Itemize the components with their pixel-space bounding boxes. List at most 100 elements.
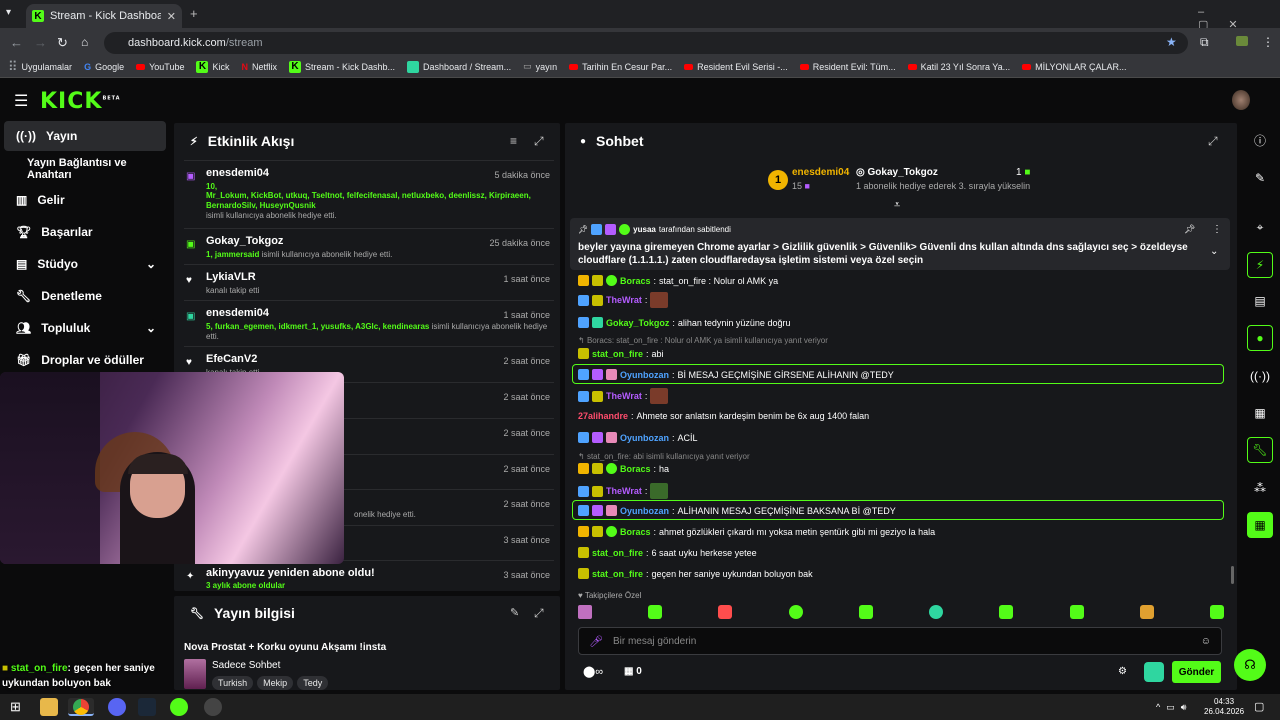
emote-button[interactable] (578, 605, 592, 619)
emote-button[interactable] (788, 605, 803, 619)
wrench-icon[interactable]: 🔧︎ (1247, 437, 1273, 463)
chat-message[interactable]: Oyunbozan: Bİ MESAJ GEÇMİŞİNE GİRSENE ALİ… (578, 369, 894, 380)
bookmark-netflix[interactable]: N Netflix (242, 62, 278, 72)
settings-gear-icon[interactable]: ⚙ (1118, 666, 1127, 677)
tab-search-button[interactable]: ▾ (6, 7, 11, 18)
back-icon[interactable]: ← (10, 35, 23, 50)
reload-icon[interactable]: ↻ (57, 35, 68, 51)
chat-message[interactable]: Boracs: ha (578, 463, 669, 474)
edit-icon[interactable]: ✎ (510, 606, 519, 619)
obs-icon[interactable] (204, 698, 222, 716)
chat-message[interactable]: Boracs: stat_on_fire : Nolur ol AMK ya (578, 275, 778, 286)
chat-icon[interactable]: ● (1247, 325, 1273, 351)
bookmark-youtube[interactable]: YouTube (136, 62, 184, 72)
bookmark-video-1[interactable]: Tarihin En Cesur Par... (569, 62, 672, 72)
bookmark-video-3[interactable]: Resident Evil: Tüm... (799, 62, 896, 72)
bookmark-folder-yayin[interactable]: ▭ yayın (523, 61, 557, 72)
bolt-icon[interactable]: ⚡︎ (1247, 252, 1273, 278)
kick-taskbar-icon[interactable] (170, 698, 188, 716)
chat-scrollbar[interactable] (1231, 566, 1234, 584)
bookmark-google[interactable]: G Google (84, 62, 124, 72)
chrome-taskbar-icon[interactable] (68, 698, 94, 716)
unpin-icon[interactable]: 📌︎ (1184, 224, 1195, 235)
mic-icon[interactable]: 🎤︎ (589, 635, 603, 648)
filter-icon[interactable]: ≡ (510, 134, 517, 148)
forward-icon[interactable]: → (34, 35, 47, 50)
sidebar-item-basarilar[interactable]: 🏆︎ Başarılar (4, 217, 166, 247)
clock[interactable]: 04:33 26.04.2026 (1204, 697, 1244, 717)
category-name[interactable]: Sadece Sohbet (212, 660, 280, 671)
sidebar-item-topluluk[interactable]: 👥︎ Topluluk ⌄ (4, 313, 166, 343)
kick-logo[interactable]: KICKBETA (40, 89, 121, 114)
chat-message[interactable]: stat_on_fire: abi (578, 348, 664, 359)
emote-button[interactable] (718, 605, 733, 619)
collapse-icon[interactable]: ⩡ (894, 199, 900, 212)
tag[interactable]: Tedy (297, 676, 329, 690)
pen-icon[interactable]: ✎ (1247, 165, 1273, 191)
bookmark-kick-stream[interactable]: K Stream - Kick Dashb... (289, 60, 395, 73)
bookmark-star-icon[interactable]: ★ (1166, 35, 1177, 49)
chat-message[interactable]: stat_on_fire:6 saat uyku herkese yetee (578, 547, 757, 558)
support-headset-icon[interactable]: ☊ (1234, 649, 1266, 681)
user-avatar[interactable] (1232, 90, 1250, 110)
chat-message[interactable]: Gokay_Tokgoz: alihan tedynin yüzüne doğru (578, 317, 790, 328)
bookmark-video-2[interactable]: Resident Evil Serisi -... (684, 62, 788, 72)
gift-counter[interactable]: ▦ 0 (624, 666, 642, 677)
clapper-icon[interactable]: ▦ (1247, 512, 1273, 538)
chat-message[interactable]: TheWrat: (578, 483, 669, 499)
sidebar-item-denetleme[interactable]: 🔧︎ Denetleme (4, 281, 166, 311)
discord-icon[interactable] (108, 698, 126, 716)
popout-icon[interactable]: ⤢ (534, 134, 544, 149)
points-icon[interactable]: ⬤∞ (583, 665, 603, 678)
target-icon[interactable]: ⌖ (1247, 214, 1273, 240)
close-tab-icon[interactable]: ✕ (167, 10, 176, 23)
emote-button[interactable] (1069, 605, 1084, 619)
chevron-down-icon[interactable]: ⌄ (1210, 246, 1218, 257)
file-explorer-icon[interactable] (40, 698, 58, 716)
list-icon[interactable]: ▦ (1247, 400, 1273, 426)
tag[interactable]: Turkish (212, 676, 254, 690)
emote-button[interactable] (858, 605, 873, 619)
popout-icon[interactable]: ⤢ (534, 606, 544, 621)
people-icon[interactable]: ⁂ (1247, 475, 1273, 501)
profile-icon[interactable] (1236, 36, 1248, 46)
emote-button[interactable] (648, 605, 663, 619)
hamburger-menu-icon[interactable]: ☰ (14, 91, 28, 111)
chat-input[interactable]: 🎤︎ Bir mesaj gönderin ☺ (578, 627, 1222, 655)
chat-message[interactable]: TheWrat: (578, 292, 669, 308)
windows-start-icon[interactable]: ⊞ (10, 699, 21, 715)
chat-message[interactable]: Oyunbozan: ALİHANIN MESAJ GEÇMİŞİNE BAKSA… (578, 505, 896, 516)
home-icon[interactable]: ⌂ (81, 35, 88, 49)
document-icon[interactable]: ▤ (1247, 288, 1273, 314)
sidebar-item-studyo[interactable]: ▤ Stüdyo ⌄ (4, 249, 166, 279)
url-field[interactable]: dashboard.kick.com/stream (104, 32, 1188, 54)
broadcast-icon[interactable]: ((·)) (1247, 363, 1273, 389)
system-tray[interactable]: ^▭🔊︎ (1156, 702, 1192, 713)
popout-icon[interactable]: ⤢ (1208, 134, 1218, 149)
more-icon[interactable]: ⋮ (1212, 224, 1222, 235)
extensions-icon[interactable]: ⧉ (1200, 35, 1209, 50)
tag[interactable]: Mekip (257, 676, 294, 690)
info-icon[interactable]: ⓘ (1247, 127, 1273, 153)
new-tab-icon[interactable]: + (190, 6, 198, 21)
emote-button[interactable] (999, 605, 1014, 619)
emoji-icon[interactable]: ☺ (1201, 636, 1211, 647)
chat-message[interactable]: 27alihandre: Ahmete sor anlatsın kardeşim… (578, 411, 869, 421)
sidebar-item-yayin[interactable]: ((·)) Yayın (4, 121, 166, 151)
bookmark-apps[interactable]: ⠿ Uygulamalar (8, 59, 72, 75)
chat-message[interactable]: Oyunbozan: ACİL (578, 432, 698, 443)
bookmark-dashboard[interactable]: Dashboard / Stream... (407, 60, 511, 73)
sidebar-item-droplar[interactable]: 🎁︎ Droplar ve ödüller (4, 345, 166, 375)
emote-button[interactable] (1139, 605, 1154, 619)
emote-button[interactable] (929, 605, 944, 619)
bookmark-video-4[interactable]: Katil 23 Yıl Sonra Ya... (907, 62, 1010, 72)
bookmark-kick[interactable]: K Kick (196, 60, 230, 73)
chat-message[interactable]: TheWrat: (578, 388, 669, 404)
menu-icon[interactable]: ⋮ (1262, 35, 1274, 49)
send-button[interactable]: Gönder (1172, 661, 1221, 683)
bookmark-video-5[interactable]: MİLYONLAR ÇALAR... (1022, 62, 1127, 72)
sidebar-item-gelir[interactable]: ▥ Gelir (4, 185, 166, 215)
chat-message[interactable]: Boracs: ahmet gözlükleri çıkardı mı yoksa… (578, 526, 935, 537)
sidebar-item-stream-key[interactable]: Yayın Bağlantısı ve Anahtarı (4, 154, 166, 184)
chat-message[interactable]: stat_on_fire: geçen her saniye uykundan b… (578, 568, 813, 579)
